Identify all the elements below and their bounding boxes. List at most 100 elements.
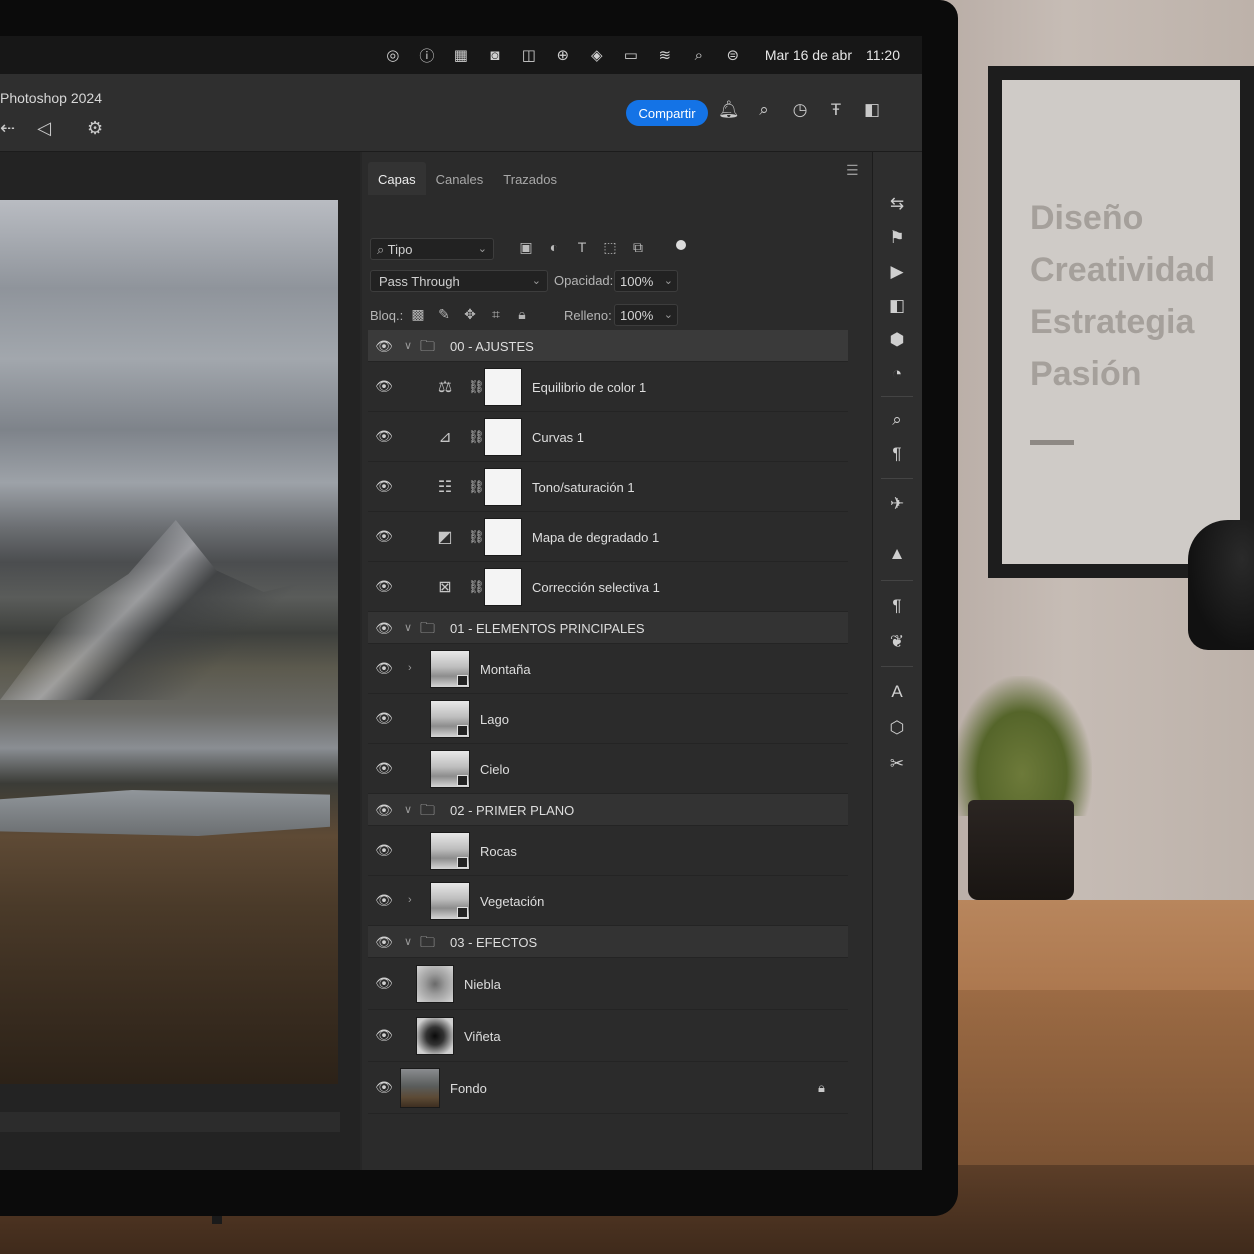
eye-icon[interactable]: 👁︎ — [374, 842, 394, 859]
layer-group[interactable]: 👁︎ ∨ 🗀 03 - EFECTOS — [368, 926, 848, 958]
type-tool-icon[interactable]: Ŧ — [826, 100, 846, 120]
paragraph-icon[interactable]: ¶ — [885, 444, 909, 464]
layer-thumbnail[interactable] — [430, 750, 470, 788]
blend-mode-select[interactable]: Pass Through ⌄ — [370, 270, 548, 292]
chevron-down-icon[interactable]: ∨ — [404, 339, 412, 352]
play-icon[interactable]: ▶ — [885, 262, 909, 282]
smart-object-filter-icon[interactable]: ⧉ — [630, 239, 646, 256]
status-circle-icon[interactable]: ◎ — [383, 46, 403, 64]
chevron-down-icon[interactable]: ∨ — [404, 621, 412, 634]
eye-icon[interactable]: 👁︎ — [374, 620, 394, 637]
eye-icon[interactable]: 👁︎ — [374, 710, 394, 727]
timeline-icon[interactable]: ✂ — [885, 754, 909, 774]
filter-kind-select[interactable]: ⌕ Tipo ⌄ — [370, 238, 494, 260]
eye-icon[interactable]: 👁︎ — [374, 1079, 394, 1096]
eye-icon[interactable]: 👁︎ — [374, 528, 394, 545]
color-icon[interactable]: ⬢ — [885, 330, 909, 350]
layer-thumbnail[interactable] — [430, 832, 470, 870]
brushes-icon[interactable]: ❦ — [885, 632, 909, 652]
menubar-date[interactable]: Mar 16 de abr — [765, 47, 852, 63]
eye-icon[interactable]: 👁︎ — [374, 478, 394, 495]
layer-item[interactable]: 👁︎ ⊿ ⛓ Curvas 1 — [368, 412, 848, 462]
chevron-down-icon[interactable]: ∨ — [404, 935, 412, 948]
layer-item[interactable]: 👁︎ Viñeta — [368, 1010, 848, 1062]
layer-thumbnail[interactable] — [400, 1068, 440, 1108]
libraries-icon[interactable]: ◧ — [885, 296, 909, 316]
wifi-icon[interactable]: ≋ — [655, 46, 675, 64]
eye-icon[interactable]: 👁︎ — [374, 802, 394, 819]
eye-icon[interactable]: 👁︎ — [374, 760, 394, 777]
shape-filter-icon[interactable]: ⬚ — [602, 239, 618, 256]
layer-item[interactable]: 👁︎ ⊠ ⛓ Corrección selectiva 1 — [368, 562, 848, 612]
eye-icon[interactable]: 👁︎ — [374, 578, 394, 595]
layer-item[interactable]: 👁︎ › Montaña — [368, 644, 848, 694]
adjustments-icon[interactable]: ▲ — [885, 544, 909, 564]
layer-thumbnail[interactable] — [430, 700, 470, 738]
eye-icon[interactable]: 👁︎ — [374, 428, 394, 445]
swatches-icon[interactable]: ◔ — [885, 364, 909, 384]
layer-item[interactable]: 👁︎ Rocas — [368, 826, 848, 876]
tab-channels[interactable]: Canales — [426, 162, 494, 195]
eye-icon[interactable]: 👁︎ — [374, 378, 394, 395]
layer-item[interactable]: 👁︎ Niebla — [368, 958, 848, 1010]
flag-icon[interactable]: ⚑ — [885, 228, 909, 248]
lock-move-icon[interactable]: ✥ — [462, 306, 478, 323]
workspace-icon[interactable]: ◧ — [862, 100, 882, 120]
battery-icon[interactable]: ▭ — [621, 46, 641, 64]
layer-group[interactable]: 👁︎ ∨ 🗀 02 - PRIMER PLANO — [368, 794, 848, 826]
eye-icon[interactable]: 👁︎ — [374, 892, 394, 909]
channels-icon[interactable]: ⬡ — [885, 718, 909, 738]
bell-icon[interactable]: 🔔︎ — [718, 100, 740, 120]
layer-item[interactable]: 👁︎ Cielo — [368, 744, 848, 794]
lock-brush-icon[interactable]: ✎ — [436, 306, 452, 323]
layer-mask-thumbnail[interactable] — [484, 468, 522, 506]
eye-icon[interactable]: 👁︎ — [374, 660, 394, 677]
filter-toggle[interactable] — [676, 240, 686, 250]
calendar-icon[interactable]: ▦ — [451, 46, 471, 64]
tab-layers[interactable]: Capas — [368, 162, 426, 195]
control-center-icon[interactable]: ⊜ — [723, 46, 743, 64]
layer-thumbnail[interactable] — [416, 965, 454, 1003]
search-icon[interactable]: ⌕ — [754, 100, 774, 120]
type-filter-icon[interactable]: T — [574, 239, 590, 256]
layer-thumbnail[interactable] — [416, 1017, 454, 1055]
history-icon[interactable]: ◷ — [790, 100, 810, 120]
lock-transparency-icon[interactable]: ▩ — [410, 306, 426, 323]
layer-group[interactable]: 👁︎ ∨ 🗀 00 - AJUSTES — [368, 330, 848, 362]
canvas-image[interactable] — [0, 200, 338, 1084]
layer-item[interactable]: 👁︎ ◩ ⛓ Mapa de degradado 1 — [368, 512, 848, 562]
screen-record-icon[interactable]: ◙ — [485, 47, 505, 64]
layer-thumbnail[interactable] — [430, 882, 470, 920]
character-icon[interactable]: A — [885, 682, 909, 702]
gear-icon[interactable]: ⚙ — [87, 118, 103, 139]
layer-item[interactable]: 👁︎ ⚖ ⛓ Equilibrio de color 1 — [368, 362, 848, 412]
adjustment-filter-icon[interactable]: ◐ — [546, 239, 562, 256]
fill-field[interactable]: 100% ⌄ — [614, 304, 678, 326]
menubar-time[interactable]: 11:20 — [866, 47, 900, 63]
layer-group[interactable]: 👁︎ ∨ 🗀 01 - ELEMENTOS PRINCIPALES — [368, 612, 848, 644]
audio-icon[interactable]: ◈ — [587, 46, 607, 64]
panel-menu-icon[interactable]: ☰ — [846, 162, 859, 179]
layer-mask-thumbnail[interactable] — [484, 418, 522, 456]
lock-artboard-icon[interactable]: ⌗ — [488, 306, 504, 323]
paragraph-icon[interactable]: ¶ — [885, 596, 909, 616]
layer-mask-thumbnail[interactable] — [484, 368, 522, 406]
eye-icon[interactable]: 👁︎ — [374, 338, 394, 355]
download-icon[interactable]: ⊕ — [553, 46, 573, 64]
spotlight-icon[interactable]: ⌕ — [689, 47, 709, 64]
info-icon[interactable]: ⓘ — [417, 45, 437, 66]
lock-all-icon[interactable]: 🔒︎ — [514, 306, 530, 323]
layer-mask-thumbnail[interactable] — [484, 568, 522, 606]
chevron-down-icon[interactable]: ∨ — [404, 803, 412, 816]
camera-icon[interactable]: ◫ — [519, 46, 539, 64]
chevron-right-icon[interactable]: › — [408, 894, 412, 906]
eye-icon[interactable]: 👁︎ — [374, 975, 394, 992]
layer-item[interactable]: 👁︎ Lago — [368, 694, 848, 744]
learn-icon[interactable]: ⇆ — [885, 194, 909, 214]
layer-thumbnail[interactable] — [430, 650, 470, 688]
layer-item[interactable]: 👁︎ ☷ ⛓ Tono/saturación 1 — [368, 462, 848, 512]
image-filter-icon[interactable]: ▣ — [518, 239, 534, 256]
layer-item[interactable]: 👁︎ Fondo 🔒︎ — [368, 1062, 848, 1114]
navigator-icon[interactable]: ⌕ — [885, 410, 909, 430]
arrow-left-icon[interactable]: ⇠ — [0, 118, 15, 139]
